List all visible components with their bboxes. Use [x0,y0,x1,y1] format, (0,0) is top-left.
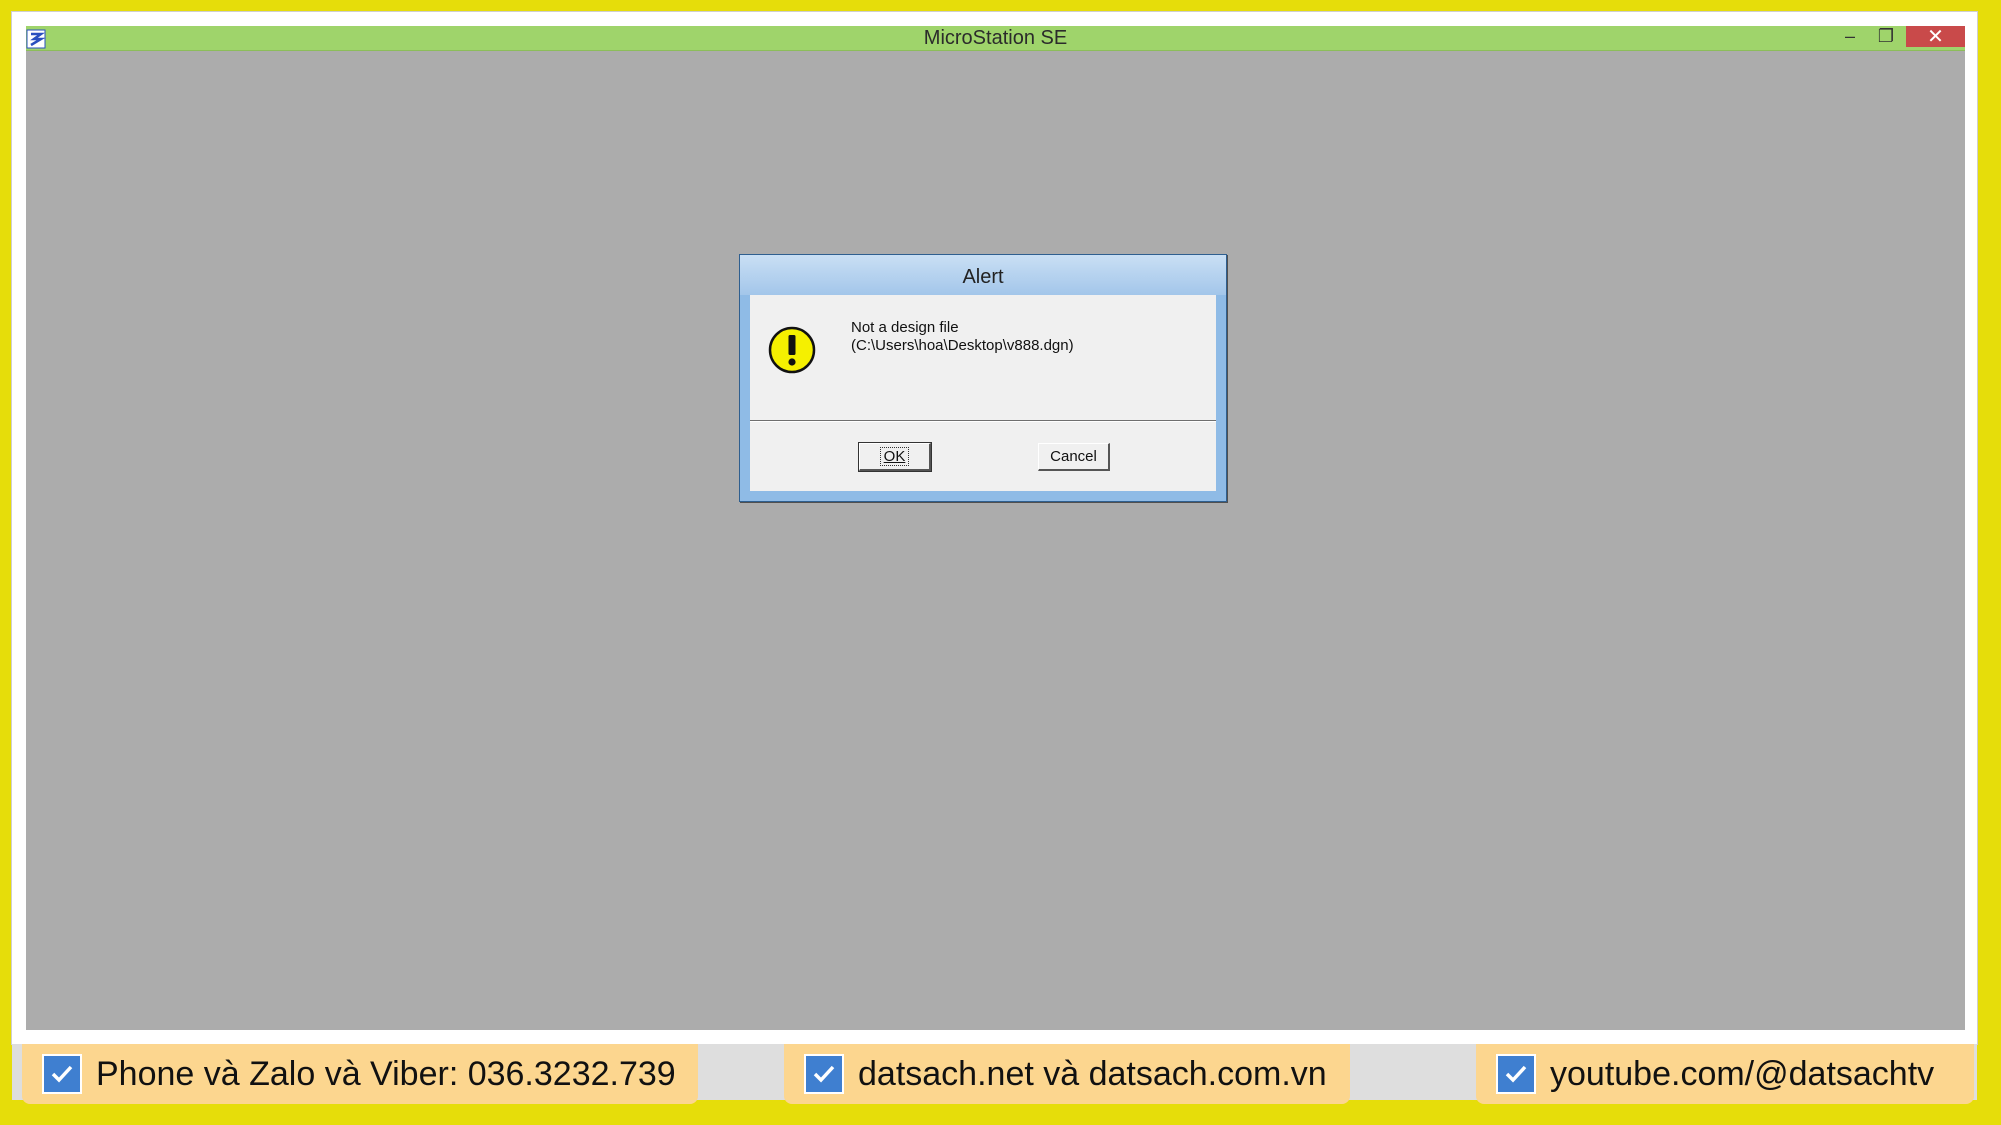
window-titlebar[interactable]: MicroStation SE – ❐ ✕ [26,26,1965,51]
alert-message: Not a design file (C:\Users\hoa\Desktop\… [851,319,1074,355]
alert-message-line1: Not a design file [851,319,959,336]
maximize-icon[interactable]: ❐ [1872,26,1900,46]
microstation-window: MicroStation SE – ❐ ✕ [26,26,1965,1030]
promo-youtube-label: youtube.com/@datsachtv [1550,1054,1935,1093]
minimize-icon[interactable]: – [1836,26,1864,46]
ok-button-label: OK [879,447,910,466]
promo-phone-label: Phone và Zalo và Viber: 036.3232.739 [96,1054,676,1093]
promo-phone: Phone và Zalo và Viber: 036.3232.739 [22,1044,698,1104]
ok-button[interactable]: OK [858,442,932,472]
cancel-button[interactable]: Cancel [1038,443,1110,471]
promo-website: datsach.net và datsach.com.vn [784,1044,1350,1104]
checkbox-icon [1496,1054,1536,1094]
alert-dialog: Alert Not a design file (C:\Users\hoa\De… [739,254,1227,502]
promo-website-label: datsach.net và datsach.com.vn [858,1054,1327,1093]
checkbox-icon [804,1054,844,1094]
promo-youtube: youtube.com/@datsachtv [1476,1044,1974,1104]
window-title: MicroStation SE [923,27,1068,49]
dialog-body: Not a design file (C:\Users\hoa\Desktop\… [750,295,1216,491]
close-icon[interactable]: ✕ [1906,26,1965,48]
warning-exclamation-icon [768,326,816,374]
dialog-title[interactable]: Alert [740,255,1226,295]
alert-message-line2: (C:\Users\hoa\Desktop\v888.dgn) [851,337,1074,354]
checkbox-icon [42,1054,82,1094]
dialog-separator [750,420,1216,422]
